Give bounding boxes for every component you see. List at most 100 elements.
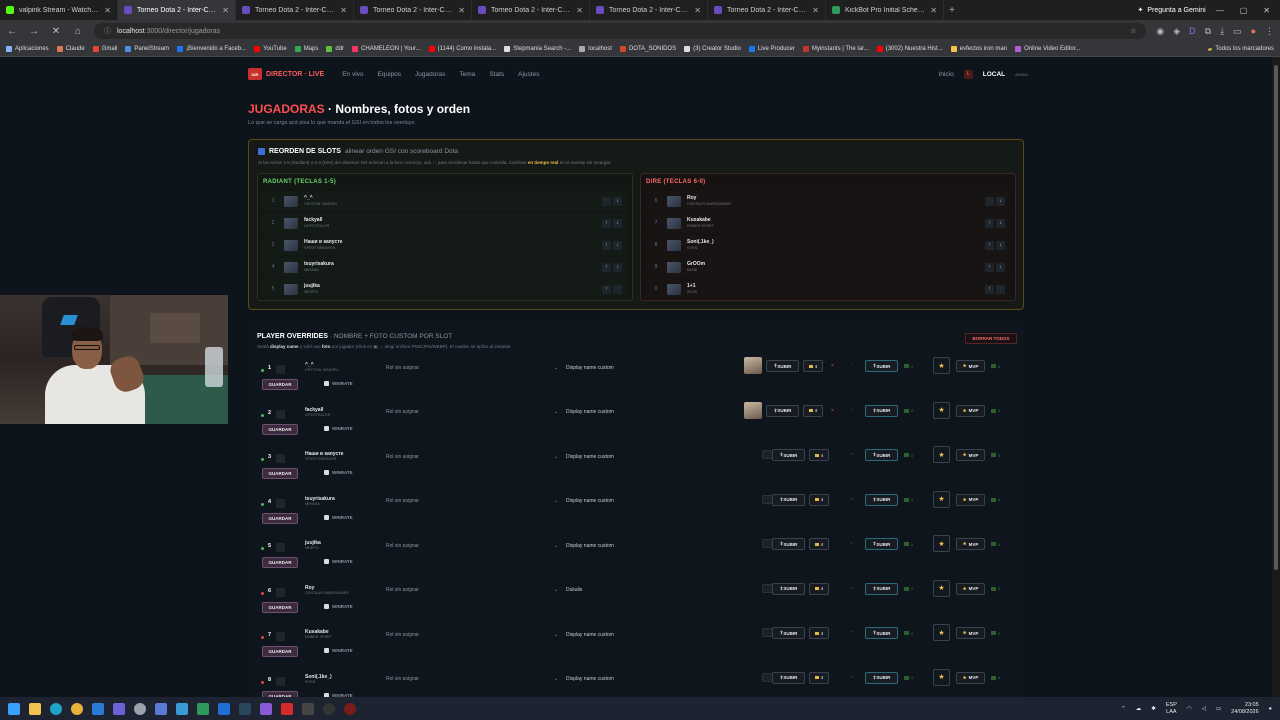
move-up-button[interactable]: ↑ bbox=[602, 240, 611, 250]
photo-gallery-button[interactable]: 4 bbox=[809, 627, 829, 639]
all-bookmarks[interactable]: ▰ Todos los marcadores bbox=[1208, 46, 1274, 53]
volume-icon[interactable]: ◁ bbox=[1202, 706, 1206, 712]
display-name-input[interactable]: Display name custom bbox=[566, 451, 741, 462]
bookmark-item[interactable]: CHAMELEON | Your... bbox=[352, 46, 421, 52]
mvp-button[interactable]: ★ MVP bbox=[956, 404, 985, 417]
bookmark-item[interactable]: (3) Creator Studio bbox=[684, 46, 741, 52]
app-icon[interactable] bbox=[218, 702, 230, 715]
mvp-star-button[interactable]: ★ bbox=[933, 401, 950, 419]
move-down-button[interactable]: ↓ bbox=[996, 196, 1005, 206]
photo-gallery-button[interactable]: 4 bbox=[809, 493, 829, 506]
url-field[interactable]: ⓘ localhost:3000/director/jugadoras ☆ bbox=[94, 23, 1147, 39]
browser-tab[interactable]: Torneo Dota 2 - Inter-Comunid ✕ bbox=[236, 0, 354, 20]
nav-link-ajustes[interactable]: Ajustes bbox=[518, 71, 539, 78]
bookmark-item[interactable]: Maps bbox=[294, 46, 318, 52]
photo-gallery-button[interactable]: 4 bbox=[809, 449, 829, 461]
clear-all-button[interactable]: BORRAR TODOS bbox=[965, 333, 1017, 344]
role-select[interactable]: Rol sin asignar ⌄ bbox=[386, 451, 558, 462]
wifi-icon[interactable]: ◠ bbox=[1187, 706, 1192, 712]
bluetooth-icon[interactable]: ✱ bbox=[1151, 706, 1156, 712]
bookmark-item[interactable]: Online Video Editor... bbox=[1015, 46, 1080, 52]
file-explorer-icon[interactable] bbox=[29, 702, 41, 715]
upload-photo-button[interactable]: ⇪ SUBIR bbox=[772, 493, 805, 506]
browser-tab[interactable]: Torneo Dota 2 - Inter-Comunid ✕ bbox=[118, 0, 236, 20]
move-down-button[interactable]: ↓ bbox=[996, 240, 1005, 250]
app-icon[interactable] bbox=[176, 702, 188, 715]
bookmark-item[interactable]: Myinstants | The lar... bbox=[802, 46, 869, 52]
move-up-button[interactable]: ↑ bbox=[602, 262, 611, 272]
role-select[interactable]: Rol sin asignar ⌄ bbox=[386, 362, 558, 373]
home-icon[interactable]: ⌂ bbox=[72, 26, 84, 37]
extension-icon[interactable]: D bbox=[1189, 26, 1196, 37]
mvp-button[interactable]: ★ MVP bbox=[956, 671, 985, 684]
nav-link-en-vivo[interactable]: En vivo bbox=[342, 71, 363, 78]
chevron-up-icon[interactable]: ⌃ bbox=[1121, 706, 1126, 712]
upload-photo-button[interactable]: ⇪ SUBIR bbox=[772, 582, 805, 595]
move-down-button[interactable]: ↓ bbox=[613, 218, 622, 228]
winrate-checkbox[interactable] bbox=[324, 470, 329, 475]
browser-tab[interactable]: Torneo Dota 2 - Inter-Comunid ✕ bbox=[472, 0, 590, 20]
winrate-toggle[interactable]: WINRATE bbox=[324, 470, 353, 475]
move-down-button[interactable]: ↓ bbox=[613, 196, 622, 206]
clock[interactable]: 23:05 24/08/2026 bbox=[1231, 702, 1259, 715]
network-icon[interactable]: ☁ bbox=[1136, 706, 1142, 712]
upload-hero-button[interactable]: ⇪ SUBIR bbox=[865, 360, 898, 372]
nav-inicio[interactable]: Inicio bbox=[939, 71, 954, 78]
mvp-button[interactable]: ★ MVP bbox=[956, 582, 985, 595]
bookmark-item[interactable]: (3002) Nuestra Hist... bbox=[876, 46, 943, 52]
browser-tab[interactable]: Torneo Dota 2 - Inter-Comunid ✕ bbox=[590, 0, 708, 20]
bookmark-item[interactable]: Live Producer bbox=[748, 46, 795, 52]
browser-tab[interactable]: Torneo Dota 2 - Inter-Comunid ✕ bbox=[354, 0, 472, 20]
upload-hero-button[interactable]: ⇪ SUBIR bbox=[865, 493, 898, 506]
winrate-checkbox[interactable] bbox=[324, 425, 329, 431]
browser-tab[interactable]: KickBot Pro Initial Schema | SC ✕ bbox=[826, 0, 944, 20]
winrate-toggle[interactable]: WINRATE bbox=[324, 425, 353, 431]
obs-icon[interactable] bbox=[323, 702, 335, 715]
acrobat-icon[interactable] bbox=[281, 702, 293, 715]
display-name-input[interactable]: Display name custom bbox=[566, 674, 741, 685]
upload-hero-button[interactable]: ⇪ SUBIR bbox=[865, 671, 898, 684]
winrate-checkbox[interactable] bbox=[324, 514, 329, 520]
mvp-star-button[interactable]: ★ bbox=[933, 490, 950, 508]
menu-dots-icon[interactable]: ⋮ bbox=[1265, 26, 1274, 37]
mvp-button[interactable]: ★ MVP bbox=[956, 360, 985, 372]
winrate-toggle[interactable]: WINRATE bbox=[324, 603, 353, 609]
upload-photo-button[interactable]: ⇪ SUBIR bbox=[772, 627, 805, 639]
upload-hero-button[interactable]: ⇪ SUBIR bbox=[865, 449, 898, 461]
stop-loading-icon[interactable]: ✕ bbox=[50, 26, 62, 37]
save-button[interactable]: GUARDAR bbox=[262, 601, 298, 613]
role-select[interactable]: Rol sin asignar ⌄ bbox=[386, 540, 558, 551]
move-up-button[interactable]: ↑ bbox=[602, 284, 611, 294]
app-icon[interactable] bbox=[344, 702, 356, 715]
app-icon[interactable] bbox=[302, 702, 314, 715]
mvp-star-button[interactable]: ★ bbox=[933, 535, 950, 552]
winrate-toggle[interactable]: WINRATE bbox=[324, 559, 353, 564]
vscode-icon[interactable] bbox=[92, 702, 104, 715]
mvp-star-button[interactable]: ★ bbox=[933, 446, 950, 463]
bookmark-item[interactable]: (1144) Como instala... bbox=[428, 46, 496, 52]
winrate-toggle[interactable]: WINRATE bbox=[324, 381, 353, 386]
nav-link-equipos[interactable]: Equipos bbox=[378, 71, 402, 78]
tab-close-icon[interactable]: ✕ bbox=[694, 6, 701, 15]
bookmark-item[interactable]: Gmail bbox=[92, 46, 117, 52]
save-button[interactable]: GUARDAR bbox=[262, 468, 298, 479]
winrate-toggle[interactable]: WINRATE bbox=[324, 514, 353, 520]
mvp-button[interactable]: ★ MVP bbox=[956, 493, 985, 506]
upload-photo-button[interactable]: ⇪ SUBIR bbox=[766, 404, 799, 417]
photo-gallery-button[interactable]: 4 bbox=[803, 360, 823, 372]
tab-close-icon[interactable]: ✕ bbox=[930, 6, 937, 15]
upload-photo-button[interactable]: ⇪ SUBIR bbox=[772, 538, 805, 550]
upload-hero-button[interactable]: ⇪ SUBIR bbox=[865, 627, 898, 639]
gemini-button[interactable]: ✦ Pregunta a Gemini bbox=[1127, 6, 1215, 15]
role-select[interactable]: Rol sin asignar ⌄ bbox=[386, 496, 558, 507]
move-up-button[interactable]: ↑ bbox=[985, 218, 994, 228]
display-name-input[interactable]: Dukalis bbox=[566, 585, 741, 596]
winrate-checkbox[interactable] bbox=[324, 381, 329, 386]
teams-icon[interactable] bbox=[113, 702, 125, 715]
tab-close-icon[interactable]: ✕ bbox=[104, 6, 111, 15]
winrate-checkbox[interactable] bbox=[324, 648, 329, 653]
steam-icon[interactable] bbox=[239, 702, 251, 715]
winrate-checkbox[interactable] bbox=[324, 559, 329, 564]
extension-icon[interactable]: ◉ bbox=[1156, 26, 1164, 37]
mvp-star-button[interactable]: ★ bbox=[933, 668, 950, 686]
